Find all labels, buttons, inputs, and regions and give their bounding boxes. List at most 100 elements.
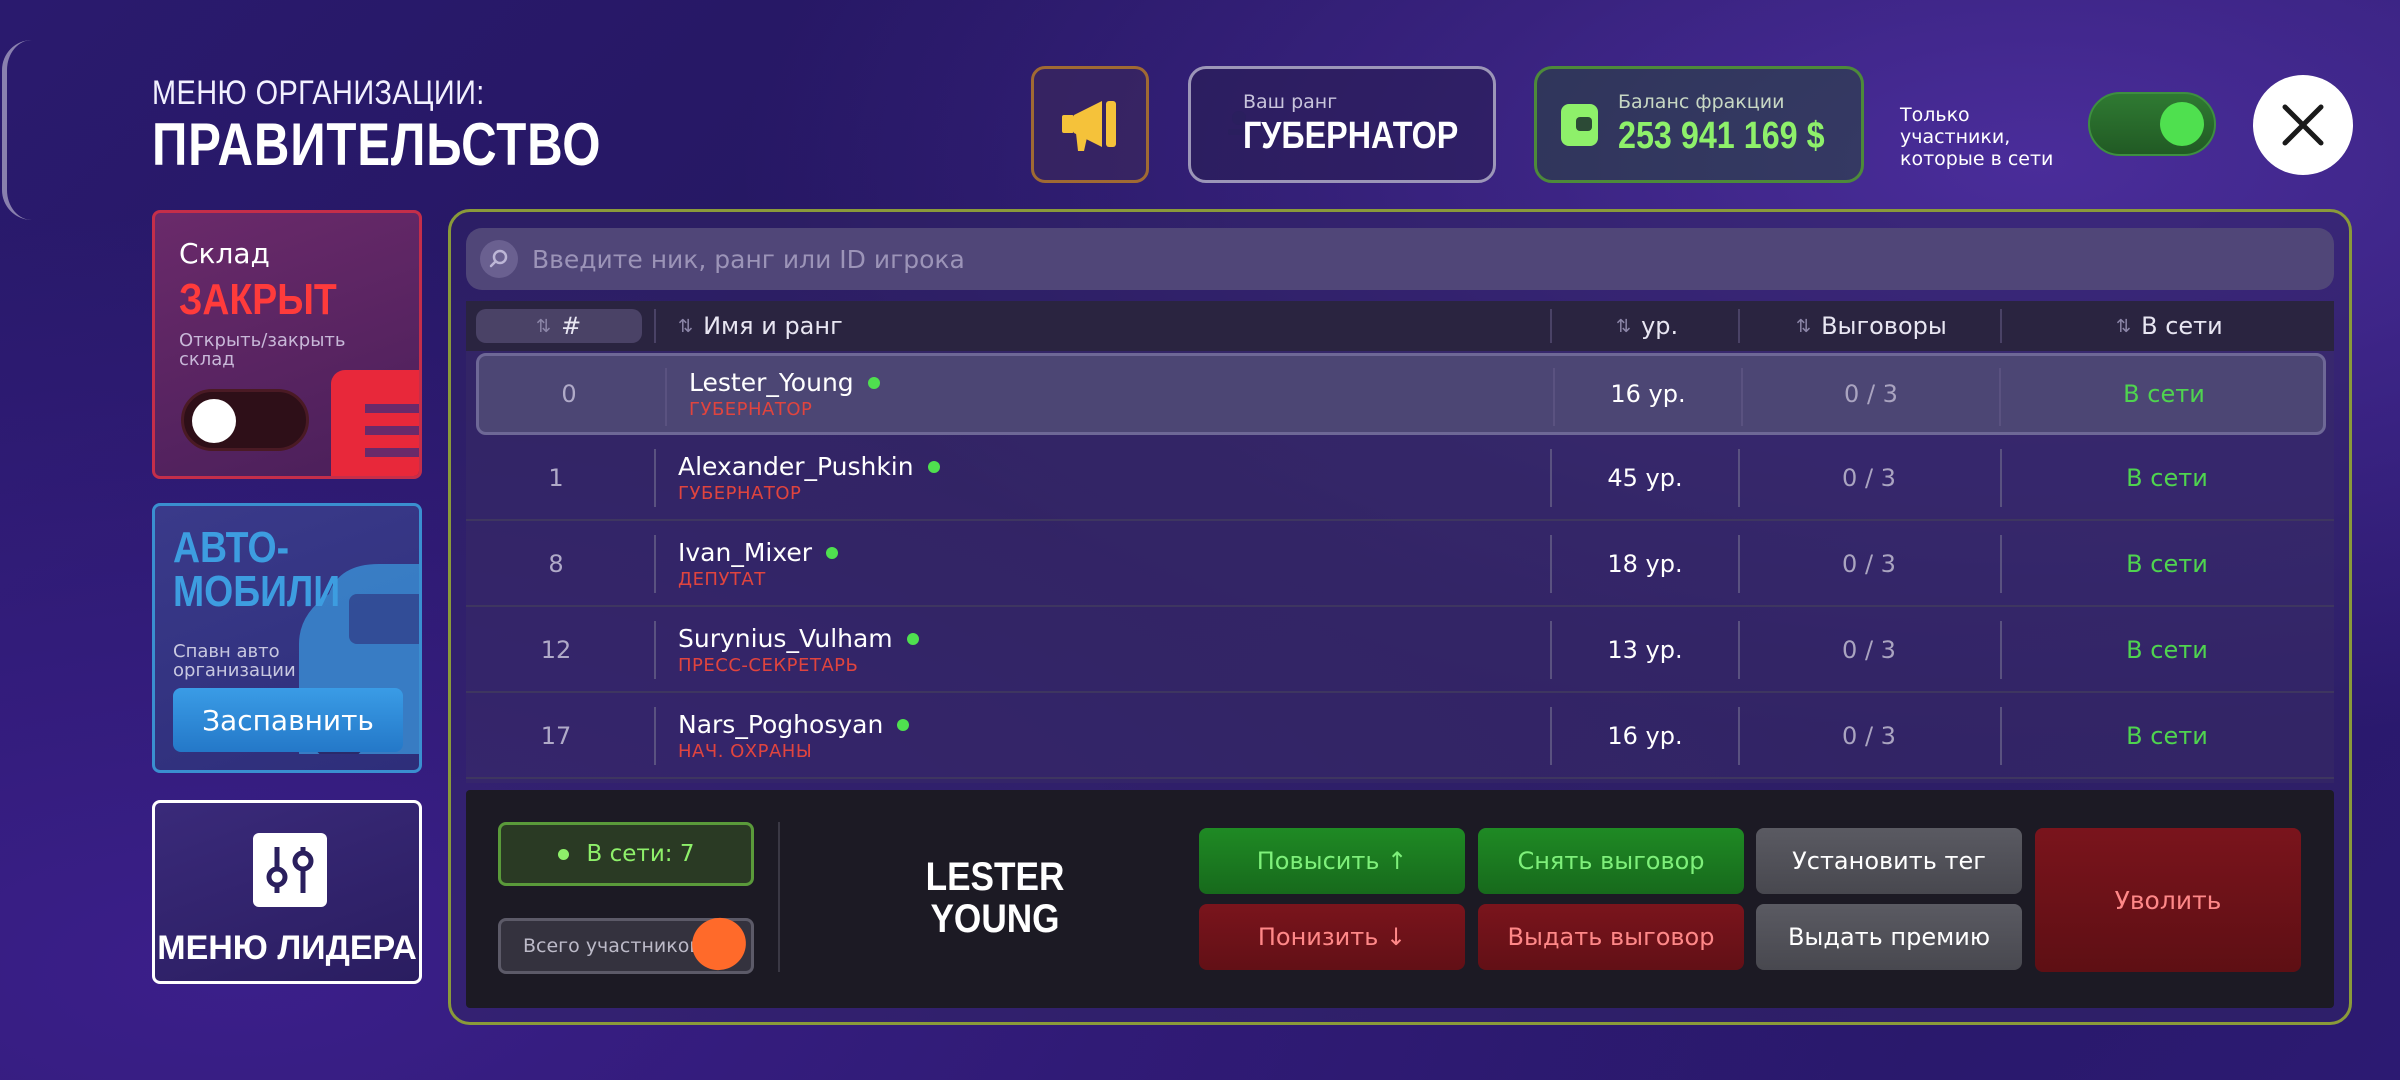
player-rank: ГУБЕРНАТОР [678, 483, 802, 504]
row-num: 0 [561, 380, 577, 408]
row-num: 12 [540, 636, 572, 664]
col-online[interactable]: ⇅ В сети [2116, 301, 2223, 351]
cars-title: АВТО- МОБИЛИ [173, 523, 341, 616]
player-online-status: В сети [2123, 380, 2205, 408]
table-row[interactable]: 1 Alexander_Pushkin ГУБЕРНАТОР 45 ур. 0 … [466, 437, 2334, 521]
remove-warning-button[interactable]: Снять выговор [1478, 828, 1744, 894]
close-button[interactable] [2253, 75, 2353, 175]
warehouse-icon [331, 370, 419, 476]
warehouse-status: ЗАКРЫТ [179, 275, 337, 324]
divider [654, 309, 656, 343]
col-name-label: Имя и ранг [703, 312, 843, 340]
selected-player-name: LESTER YOUNG [925, 855, 1065, 941]
search-input[interactable] [532, 228, 2334, 290]
table-row[interactable]: 8 Ivan_Mixer ДЕПУТАТ 18 ур. 0 / 3 В сети [466, 523, 2334, 607]
online-dot-icon [906, 632, 919, 645]
table-row[interactable]: 17 Nars_Poghosyan НАЧ. ОХРАНЫ 16 ур. 0 /… [466, 695, 2334, 779]
col-name[interactable]: ⇅ Имя и ранг [678, 301, 843, 351]
sort-icon: ⇅ [2116, 315, 2132, 337]
divider [654, 535, 656, 593]
row-num: 17 [540, 722, 572, 750]
menu-subtitle: МЕНЮ ОРГАНИЗАЦИИ: [152, 74, 485, 112]
faction-balance: Баланс фракции 253 941 169 $ [1534, 66, 1864, 183]
player-rank: ПРЕСС-СЕКРЕТАРЬ [678, 655, 859, 676]
divider [1550, 309, 1552, 343]
warehouse-card: Склад ЗАКРЫТ Открыть/закрыть склад [152, 210, 422, 479]
balance-value: 253 941 169 $ [1617, 115, 1825, 157]
col-num[interactable]: ⇅ # [536, 301, 581, 351]
cars-card: АВТО- МОБИЛИ Спавн авто организации Засп… [152, 503, 422, 773]
player-name: Ivan_Mixer [678, 538, 813, 567]
player-online-status: В сети [2126, 464, 2208, 492]
online-dot-icon [927, 460, 940, 473]
divider [665, 368, 667, 426]
table-row[interactable]: 12 Surynius_Vulham ПРЕСС-СЕКРЕТАРЬ 13 ур… [466, 609, 2334, 693]
online-dot-icon [897, 718, 910, 731]
megaphone-icon [1062, 100, 1116, 151]
col-level-label: ур. [1641, 312, 1679, 340]
row-name-rank: Lester_Young ГУБЕРНАТОР [689, 356, 880, 432]
rank-label: Ваш ранг [1243, 91, 1338, 113]
col-warnings[interactable]: ⇅ Выговоры [1796, 301, 1947, 351]
give-warning-button[interactable]: Выдать выговор [1478, 904, 1744, 970]
row-name-rank: Ivan_Mixer ДЕПУТАТ [678, 523, 839, 605]
wallet-icon [1561, 103, 1598, 146]
warehouse-description: Открыть/закрыть склад [179, 330, 346, 370]
divider [654, 707, 656, 765]
set-tag-button[interactable]: Установить тег [1756, 828, 2022, 894]
warehouse-title: Склад [179, 237, 270, 270]
player-name: Lester_Young [689, 368, 854, 397]
player-warnings: 0 / 3 [1842, 550, 1896, 578]
online-dot-icon [867, 376, 880, 389]
sliders-icon [253, 833, 327, 907]
row-num: 1 [548, 464, 564, 492]
cars-description: Спавн авто организации [173, 641, 296, 681]
player-rank: ДЕПУТАТ [678, 569, 766, 590]
give-bonus-button[interactable]: Выдать премию [1756, 904, 2022, 970]
row-name-rank: Surynius_Vulham ПРЕСС-СЕКРЕТАРЬ [678, 609, 919, 691]
balance-label: Баланс фракции [1617, 91, 1785, 113]
divider [654, 621, 656, 679]
divider [2000, 309, 2002, 343]
table-row[interactable]: 0 Lester_Young ГУБЕРНАТОР 16 ур. 0 / 3 В… [476, 353, 2326, 435]
rank-display: Ваш ранг ГУБЕРНАТОР [1188, 66, 1496, 183]
player-level: 45 ур. [1607, 464, 1683, 492]
row-name-rank: Alexander_Pushkin ГУБЕРНАТОР [678, 437, 940, 519]
fire-button[interactable]: Уволить [2035, 828, 2301, 972]
player-level: 16 ур. [1610, 380, 1686, 408]
player-warnings: 0 / 3 [1844, 380, 1898, 408]
toggle-knob [192, 399, 236, 443]
player-warnings: 0 / 3 [1842, 464, 1896, 492]
player-name: Surynius_Vulham [678, 624, 893, 653]
divider [654, 449, 656, 507]
close-icon [2282, 104, 2324, 146]
divider [1738, 309, 1740, 343]
player-rank: ГУБЕРНАТОР [689, 399, 813, 420]
members-table: ⇅ # ⇅ Имя и ранг ⇅ ур. ⇅ Выговоры ⇅ В сети 0 … [466, 301, 2334, 783]
rank-value: ГУБЕРНАТОР [1243, 115, 1459, 157]
demote-button[interactable]: Понизить ↓ [1199, 904, 1465, 970]
row-name-rank: Nars_Poghosyan НАЧ. ОХРАНЫ [678, 695, 910, 777]
player-level: 18 ур. [1607, 550, 1683, 578]
spawn-cars-button[interactable]: Заспавнить [173, 688, 403, 752]
col-num-label: # [561, 312, 582, 340]
leader-menu-button[interactable]: МЕНЮ ЛИДЕРА [152, 800, 422, 984]
divider [778, 822, 780, 972]
sort-icon: ⇅ [1796, 315, 1812, 337]
warehouse-toggle[interactable] [181, 389, 309, 451]
player-name: Nars_Poghosyan [678, 710, 884, 739]
player-name: Alexander_Pushkin [678, 452, 914, 481]
online-count-label: В сети: 7 [586, 841, 695, 867]
online-dot-icon [826, 546, 839, 559]
announcement-button[interactable] [1031, 66, 1149, 183]
table-header: ⇅ # ⇅ Имя и ранг ⇅ ур. ⇅ Выговоры ⇅ В сети [466, 301, 2334, 351]
search-bar [466, 228, 2334, 290]
player-rank: НАЧ. ОХРАНЫ [678, 741, 813, 762]
col-warnings-label: Выговоры [1821, 312, 1947, 340]
col-level[interactable]: ⇅ ур. [1616, 301, 1678, 351]
sort-icon: ⇅ [1616, 315, 1632, 337]
search-icon [480, 240, 518, 278]
player-online-status: В сети [2126, 636, 2208, 664]
online-only-toggle[interactable] [2088, 92, 2216, 156]
promote-button[interactable]: Повысить ↑ [1199, 828, 1465, 894]
